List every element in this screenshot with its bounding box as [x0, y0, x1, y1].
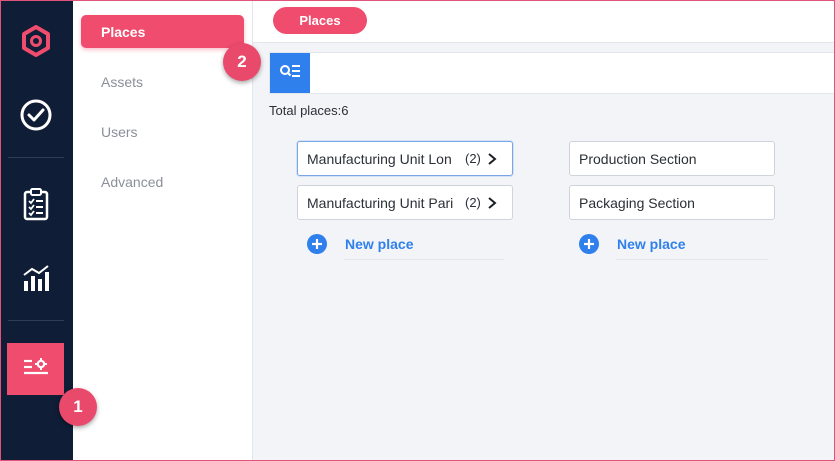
subnav-item-advanced[interactable]: Advanced	[81, 165, 244, 198]
places-toolbar	[269, 52, 835, 94]
bar-chart-icon	[21, 263, 51, 298]
place-child-count: (2)	[465, 195, 481, 210]
subnav-item-places[interactable]: Places	[81, 15, 244, 48]
new-place-label: New place	[617, 236, 686, 252]
plus-circle-icon	[579, 234, 599, 254]
place-name: Manufacturing Unit Pari	[307, 194, 454, 211]
chevron-right-icon	[487, 196, 497, 209]
total-places-count: Total places:6	[269, 103, 349, 118]
step-marker-1: 1	[59, 388, 97, 426]
step-marker-2: 2	[223, 43, 261, 81]
chevron-right-icon	[487, 152, 497, 165]
places-tab-pill[interactable]: Places	[273, 7, 367, 34]
rail-item-analytics[interactable]	[8, 254, 64, 306]
place-card-packaging-section[interactable]: Packaging Section	[569, 185, 775, 220]
app-logo[interactable]	[8, 17, 64, 69]
icon-rail	[0, 0, 73, 461]
hexagon-logo-icon	[21, 24, 51, 62]
new-place-button-column-1[interactable]: New place	[307, 232, 413, 256]
new-place-button-column-2[interactable]: New place	[579, 232, 685, 256]
rail-divider	[8, 320, 64, 321]
divider	[616, 259, 768, 260]
rail-divider	[8, 157, 64, 158]
search-list-icon	[279, 63, 301, 84]
divider	[344, 259, 504, 260]
settings-list-icon	[22, 356, 50, 383]
clipboard-list-icon	[22, 187, 50, 226]
place-name: Packaging Section	[579, 194, 695, 211]
rail-item-tasks[interactable]	[8, 91, 64, 143]
plus-circle-icon	[307, 234, 327, 254]
subnav-item-assets[interactable]: Assets	[81, 65, 244, 98]
top-bar: Places	[253, 0, 835, 43]
main-content: Places Total places:6 Manufacturing Unit…	[253, 0, 835, 461]
check-circle-icon	[19, 98, 53, 137]
search-filter-button[interactable]	[270, 53, 310, 93]
rail-item-settings[interactable]	[7, 343, 64, 395]
place-name: Manufacturing Unit Lon	[307, 150, 452, 167]
place-card-manufacturing-unit-pari[interactable]: Manufacturing Unit Pari (2)	[297, 185, 513, 220]
place-child-count: (2)	[465, 151, 481, 166]
place-name: Production Section	[579, 150, 697, 167]
place-card-production-section[interactable]: Production Section	[569, 141, 775, 176]
place-card-manufacturing-unit-lon[interactable]: Manufacturing Unit Lon (2)	[297, 141, 513, 176]
subnav-item-users[interactable]: Users	[81, 115, 244, 148]
rail-item-checklists[interactable]	[8, 180, 64, 232]
new-place-label: New place	[345, 236, 414, 252]
